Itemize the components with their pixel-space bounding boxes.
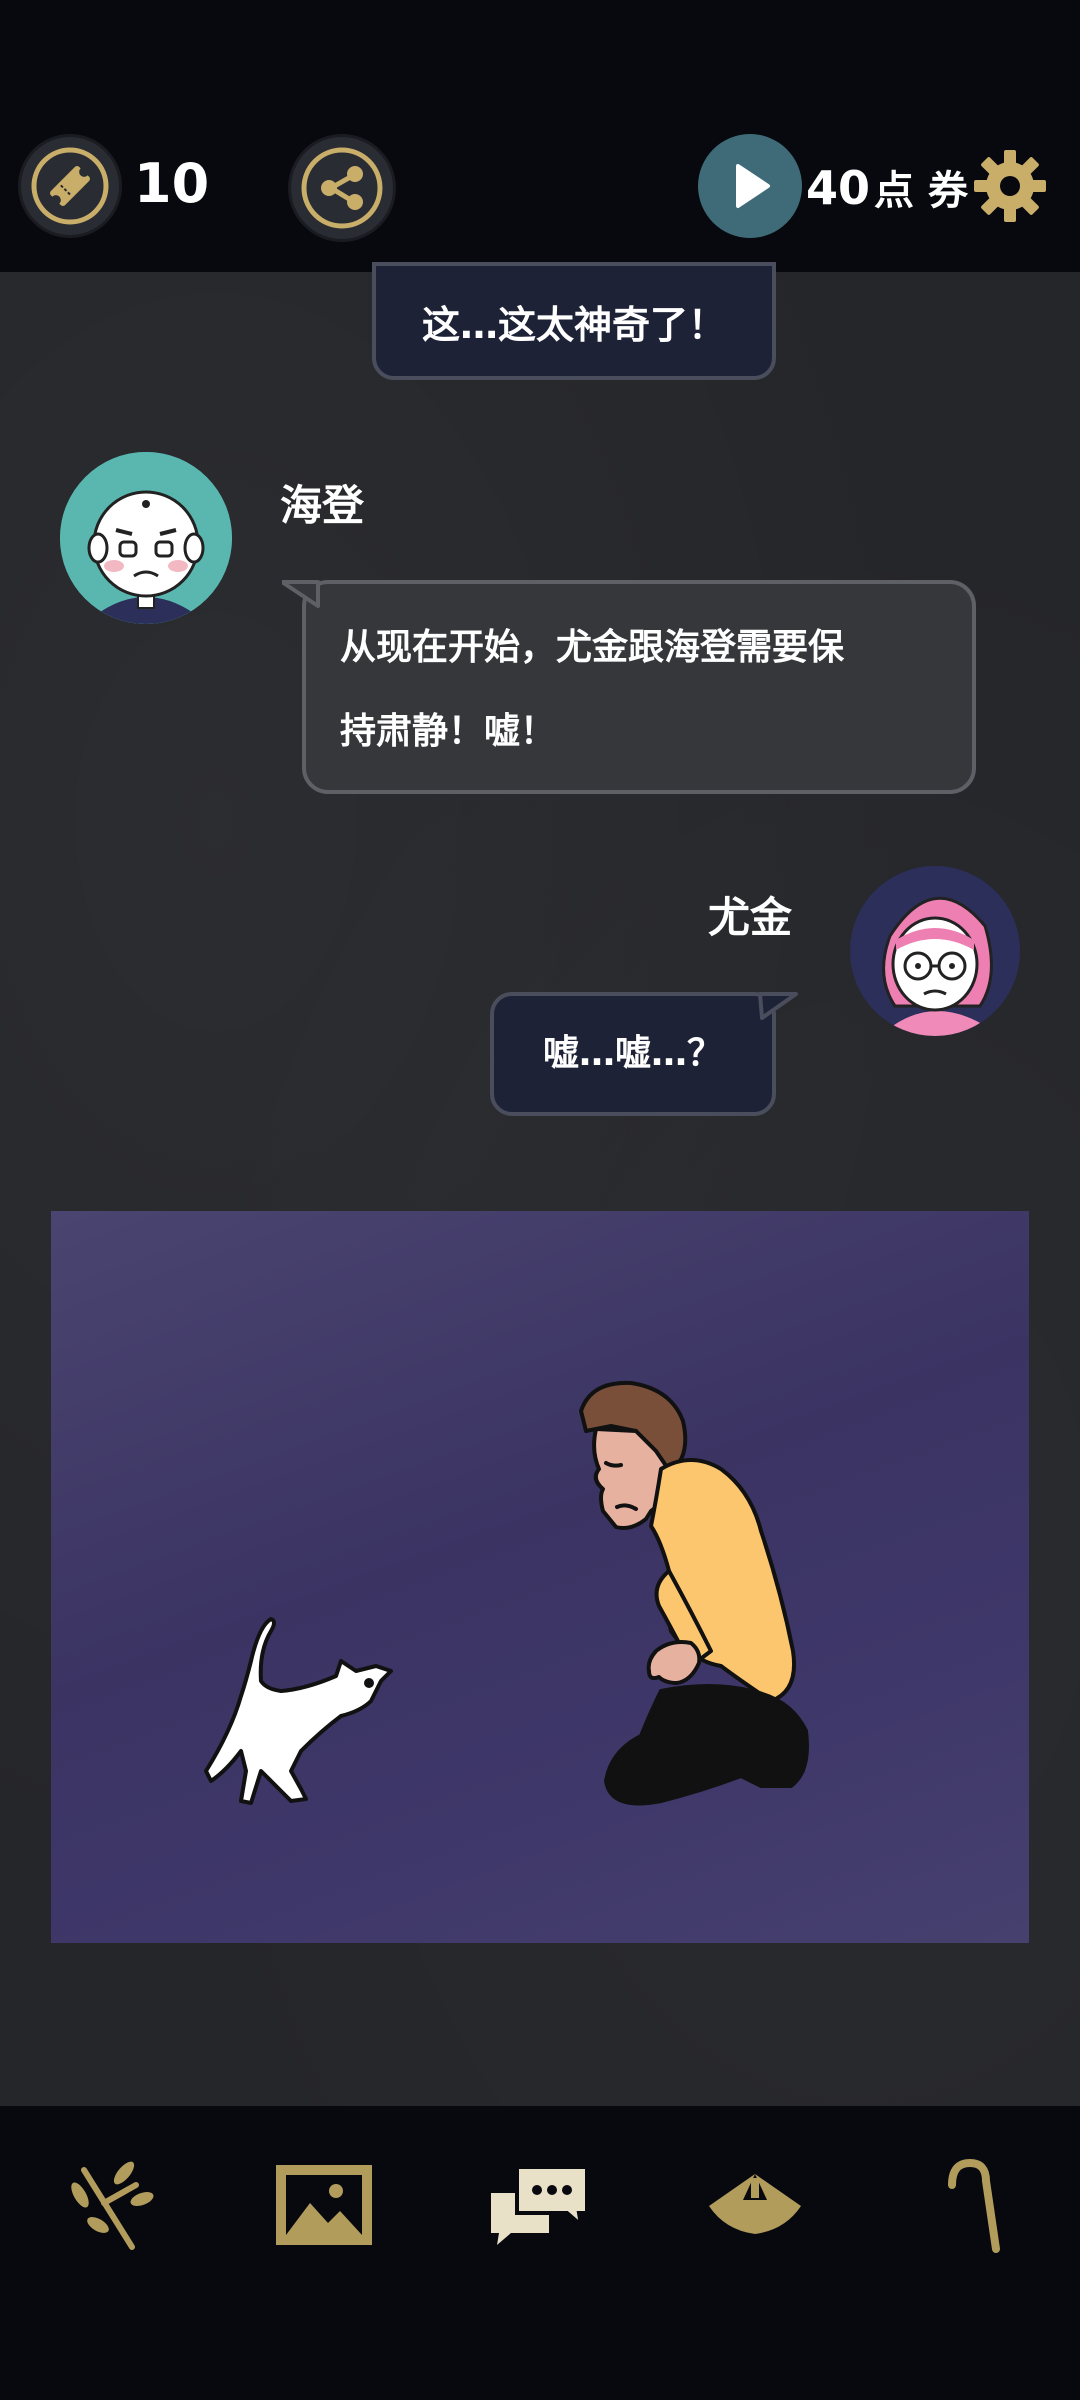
branch-icon (71, 2161, 154, 2250)
nav-item-chat[interactable] (484, 2150, 594, 2260)
avatar-eugene (850, 866, 1020, 1036)
message-bubble: 这…这太神奇了！ (372, 262, 776, 380)
nav-item-gallery[interactable] (269, 2150, 379, 2260)
hat-icon (709, 2174, 801, 2234)
nav-item-cane[interactable] (916, 2150, 1026, 2260)
speaker-name-eugene: 尤金 (708, 893, 793, 942)
chat-icon (491, 2165, 589, 2245)
ticket-button[interactable] (18, 134, 122, 238)
nav-item-hat[interactable] (700, 2150, 810, 2260)
gallery-icon (276, 2165, 372, 2245)
cane-icon (948, 2158, 1000, 2253)
share-icon (301, 147, 383, 229)
chat-area[interactable]: 这…这太神奇了！ 海登 从现在开始，尤金跟海登需要保 持肃静！嘘！ 尤金 嘘…嘘… (0, 262, 1080, 2106)
comic-panel-image (51, 1211, 1029, 1943)
gear-icon (974, 150, 1046, 222)
bubble-tail (758, 992, 798, 1020)
message-line: 从现在开始，尤金跟海登需要保 (340, 627, 845, 668)
ticket-icon (31, 147, 109, 225)
play-ad-button[interactable] (698, 134, 802, 238)
message-bubble: 从现在开始，尤金跟海登需要保 持肃静！嘘！ (302, 580, 976, 794)
cat-illustration (204, 1617, 393, 1805)
avatar-hayden (60, 452, 232, 624)
points-unit: 点 券 (874, 168, 968, 214)
nav-item-branch[interactable] (54, 2150, 164, 2260)
speaker-name-hayden: 海登 (280, 481, 365, 530)
message-line: 持肃静！嘘！ (340, 711, 557, 752)
message-bubble: 嘘…嘘…？ (490, 992, 776, 1116)
bubble-tail (282, 580, 320, 608)
points-balance: 40 点 券 (806, 158, 968, 216)
ticket-count: 10 (134, 152, 210, 215)
settings-button[interactable] (972, 148, 1048, 224)
points-value: 40 (806, 161, 871, 215)
top-bar: 10 40 点 券 (0, 0, 1080, 272)
play-icon (736, 164, 770, 208)
man-illustration (579, 1380, 809, 1806)
share-button[interactable] (288, 134, 396, 242)
